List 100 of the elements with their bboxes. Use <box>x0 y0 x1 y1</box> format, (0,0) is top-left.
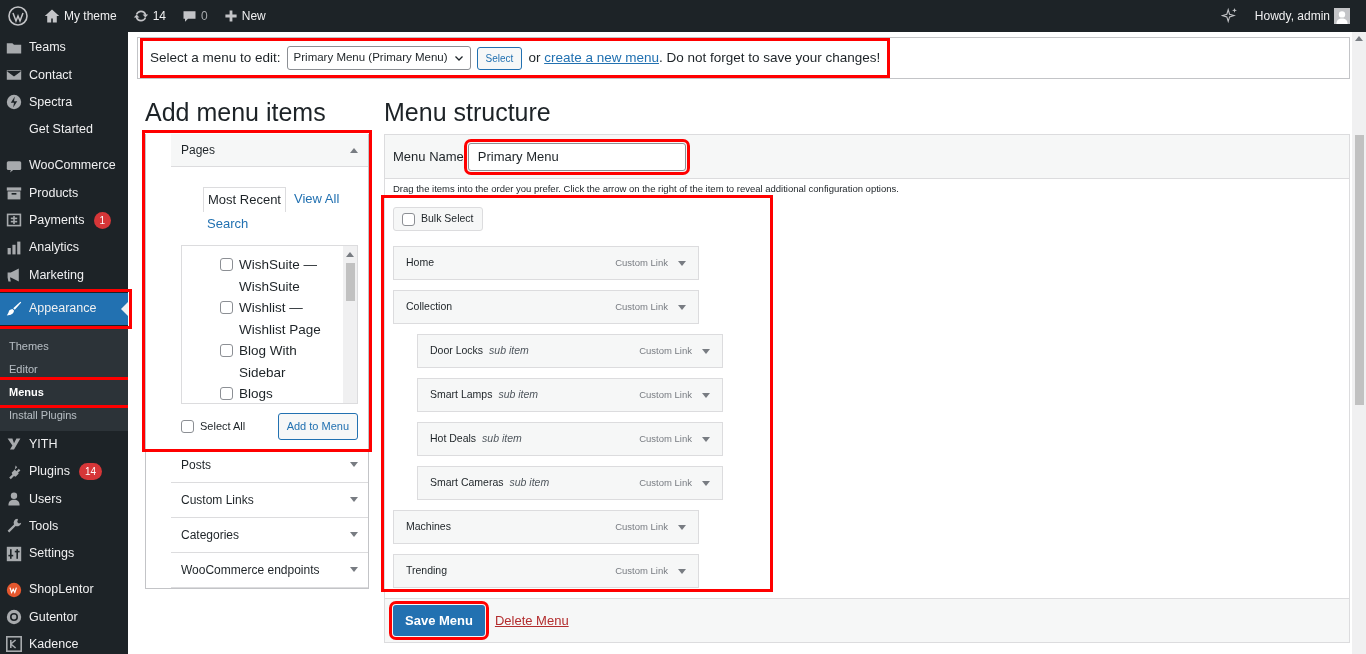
sidebar-item[interactable]: ShopLentor <box>0 576 128 604</box>
sidebar-item[interactable]: Kadence <box>0 630 128 654</box>
menu-item[interactable]: Smart Lamps sub item Custom Link <box>417 378 723 412</box>
home-icon <box>44 8 60 24</box>
option-label: Wishlist — Wishlist Page <box>239 299 322 339</box>
sidebar-item[interactable]: Contact <box>0 61 128 89</box>
item-type-label: Custom Link <box>615 563 668 578</box>
menu-item[interactable]: Collection Custom Link <box>393 290 699 324</box>
scrollbar-thumb[interactable] <box>1354 135 1364 405</box>
scroll-up-icon[interactable] <box>346 252 354 257</box>
expand-arrow-icon[interactable] <box>678 524 686 530</box>
expand-arrow-icon[interactable] <box>678 260 686 266</box>
sidebar-item[interactable]: Gutentor <box>0 603 128 631</box>
collapse-arrow-icon[interactable] <box>350 147 358 153</box>
select-all-label: Select All <box>200 419 246 434</box>
sub-item-note: sub item <box>482 432 522 445</box>
sidebar-item[interactable]: Plugins 14 <box>0 457 128 486</box>
expand-arrow-icon[interactable] <box>702 392 710 398</box>
count-badge: 1 <box>93 211 112 229</box>
expand-arrow-icon[interactable] <box>702 480 710 486</box>
sparkle-icon[interactable] <box>1220 7 1239 25</box>
scroll-up-icon[interactable] <box>1355 36 1363 41</box>
sidebar-item[interactable]: Get Started <box>0 115 128 144</box>
expand-arrow-icon[interactable] <box>678 304 686 310</box>
accordion-header[interactable]: Categories <box>171 517 368 553</box>
delete-menu-link[interactable]: Delete Menu <box>494 610 569 631</box>
expand-arrow-icon[interactable] <box>350 497 358 502</box>
wordpress-logo-icon[interactable] <box>8 6 28 26</box>
speech-bubble-icon <box>182 8 198 24</box>
new-content-link[interactable]: New <box>223 7 266 25</box>
checkbox[interactable] <box>220 387 233 400</box>
menu-item[interactable]: Hot Deals sub item Custom Link <box>417 422 723 456</box>
accordion-header[interactable]: Pages <box>171 134 368 167</box>
menu-item[interactable]: Door Locks sub item Custom Link <box>417 334 723 368</box>
archive-box-icon <box>6 185 22 202</box>
tab[interactable]: View All <box>290 187 344 212</box>
bar-chart-icon <box>6 239 22 256</box>
site-name-link[interactable]: My theme <box>44 7 117 25</box>
sidebar-item[interactable]: Users <box>0 485 128 513</box>
sliders-icon <box>6 545 22 562</box>
bulk-select-button[interactable]: Bulk Select <box>393 207 483 231</box>
menu-item[interactable]: Machines Custom Link <box>393 510 699 544</box>
menu-item-title: Collection <box>406 300 453 313</box>
updates-link[interactable]: 14 <box>132 7 167 25</box>
expand-arrow-icon[interactable] <box>702 436 710 442</box>
submenu-item[interactable]: Install Plugins <box>0 403 128 427</box>
comments-link[interactable]: 0 <box>182 7 208 25</box>
sidebar-item[interactable]: Analytics <box>0 234 128 262</box>
sidebar-item[interactable]: YITH <box>0 430 128 458</box>
paintbrush-icon <box>6 300 22 317</box>
item-type-label: Custom Link <box>615 519 668 534</box>
accordion-header[interactable]: Posts <box>171 447 368 483</box>
checkbox[interactable] <box>220 258 233 271</box>
person-icon <box>6 490 22 507</box>
option-label: Blog With Sidebar <box>239 342 298 382</box>
select-button[interactable]: Select <box>476 46 523 70</box>
menu-item[interactable]: Trending Custom Link <box>393 554 699 588</box>
menu-item-title: Machines <box>406 520 451 533</box>
menu-name-label: Menu Name <box>393 147 464 166</box>
wrench-icon <box>6 518 22 535</box>
tab[interactable]: Most Recent <box>203 187 286 212</box>
sidebar-item[interactable]: Spectra <box>0 88 128 116</box>
expand-arrow-icon[interactable] <box>350 567 358 572</box>
checkbox[interactable] <box>181 419 194 433</box>
expand-arrow-icon[interactable] <box>678 568 686 574</box>
expand-arrow-icon[interactable] <box>702 348 710 354</box>
sidebar-item[interactable]: Marketing <box>0 261 128 289</box>
chevron-down-icon <box>453 53 464 63</box>
menu-item[interactable]: Home Custom Link <box>393 246 699 280</box>
menu-item-title: Smart Cameras <box>430 476 504 489</box>
instructions-text: Drag the items into the order you prefer. Click the arrow on the right of the item to reveal additional configuration options. <box>392 182 900 196</box>
y-mark-icon <box>6 436 22 453</box>
create-menu-link[interactable]: create a new menu <box>544 49 659 65</box>
sidebar-item[interactable]: Teams <box>0 34 128 62</box>
sidebar-item[interactable]: Settings <box>0 539 128 568</box>
scrollbar-thumb[interactable] <box>345 263 355 301</box>
sidebar-item[interactable]: WooCommerce <box>0 152 128 180</box>
section-heading: Add menu items <box>145 97 327 128</box>
item-type-label: Custom Link <box>639 387 692 402</box>
section-heading: Menu structure <box>384 97 552 128</box>
tab[interactable]: Search <box>203 211 253 235</box>
menu-item[interactable]: Smart Cameras sub item Custom Link <box>417 466 723 500</box>
add-to-menu-button[interactable]: Add to Menu <box>277 413 358 440</box>
expand-arrow-icon[interactable] <box>350 532 358 537</box>
accordion-header[interactable]: WooCommerce endpoints <box>171 552 368 588</box>
square-logo-icon <box>6 636 22 653</box>
submenu-item[interactable]: Themes <box>0 334 128 358</box>
expand-arrow-icon[interactable] <box>350 462 358 467</box>
money-square-icon <box>6 212 22 229</box>
count-badge: 14 <box>79 463 103 481</box>
item-type-label: Custom Link <box>639 475 692 490</box>
checkbox[interactable] <box>220 301 233 314</box>
accordion-header[interactable]: Custom Links <box>171 482 368 518</box>
checkbox[interactable] <box>220 344 233 357</box>
menu-dropdown[interactable]: Primary Menu (Primary Menu) <box>286 46 471 70</box>
sidebar-item[interactable]: Payments 1 <box>0 206 128 235</box>
sidebar-item[interactable]: Products <box>0 179 128 207</box>
sidebar-item[interactable]: Tools <box>0 512 128 540</box>
account-link[interactable]: Howdy, admin <box>1254 7 1350 25</box>
submenu-item[interactable]: Editor <box>0 357 128 381</box>
